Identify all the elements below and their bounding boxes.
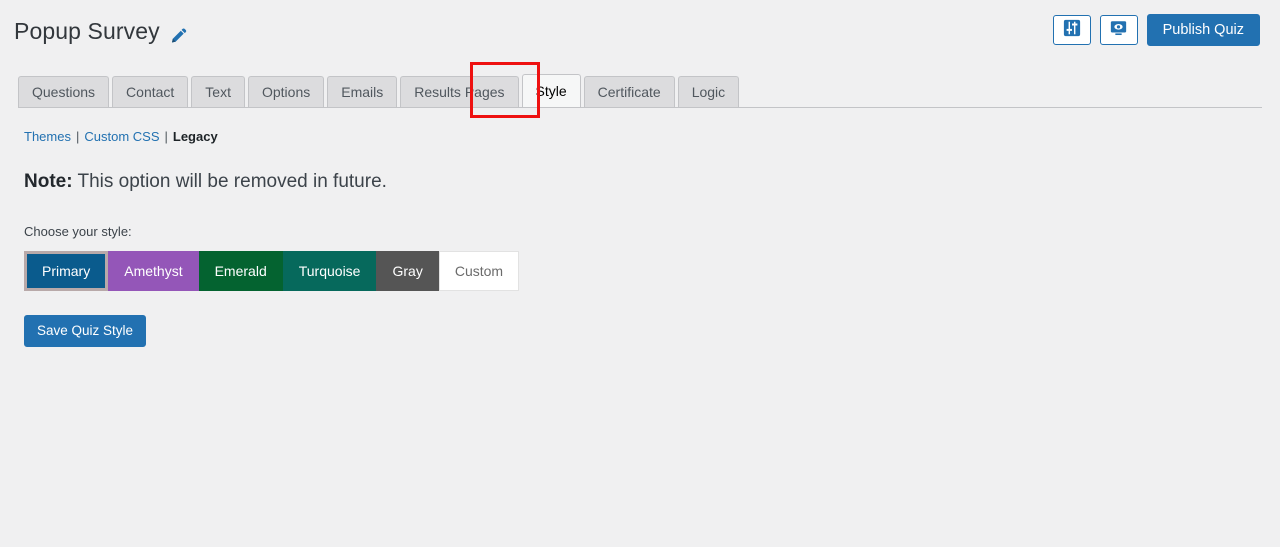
style-option-turquoise[interactable]: Turquoise	[282, 250, 377, 291]
tab-contact[interactable]: Contact	[112, 76, 189, 107]
header-actions: Publish Quiz	[1052, 14, 1260, 46]
page-header: Popup Survey Publish Quiz	[0, 0, 1280, 62]
choose-style-label: Choose your style:	[24, 223, 132, 239]
style-option-custom[interactable]: Custom	[438, 250, 520, 291]
tab-emails[interactable]: Emails	[327, 76, 398, 107]
tab-options[interactable]: Options	[247, 76, 325, 107]
subnav-link-custom-css[interactable]: Custom CSS	[84, 129, 159, 144]
subnav-separator-2: |	[164, 129, 168, 144]
tab-style[interactable]: Style	[521, 74, 581, 107]
note-text: This option will be removed in future.	[72, 171, 387, 192]
subnav-current-legacy: Legacy	[172, 129, 218, 144]
tab-logic[interactable]: Logic	[677, 76, 740, 107]
main-content: Themes | Custom CSS | Legacy Note: This opti…	[0, 108, 1280, 347]
sliders-icon	[1063, 19, 1081, 42]
style-option-emerald[interactable]: Emerald	[198, 250, 283, 291]
tab-questions[interactable]: Questions	[18, 76, 110, 107]
style-option-amethyst[interactable]: Amethyst	[108, 250, 199, 291]
style-subnav: Themes | Custom CSS | Legacy	[24, 130, 1260, 143]
tab-text[interactable]: Text	[191, 76, 245, 107]
subnav-separator-1: |	[75, 129, 80, 144]
note-prefix: Note:	[24, 171, 73, 192]
settings-button[interactable]	[1052, 15, 1091, 45]
save-quiz-style-button[interactable]: Save Quiz Style	[24, 314, 147, 347]
tab-certificate[interactable]: Certificate	[583, 76, 675, 107]
subnav-link-themes[interactable]: Themes	[24, 129, 71, 144]
page-title: Popup Survey	[14, 18, 160, 45]
monitor-eye-icon	[1109, 19, 1128, 42]
tab-results-pages[interactable]: Results Pages	[400, 76, 519, 107]
deprecation-note: Note: This option will be removed in fut…	[24, 171, 1260, 194]
publish-quiz-button[interactable]: Publish Quiz	[1146, 14, 1260, 46]
preview-button[interactable]	[1099, 15, 1138, 45]
style-option-group: Primary Amethyst Emerald Turquoise Gray …	[24, 250, 520, 291]
tab-bar-divider	[18, 107, 1262, 108]
tab-bar: Questions Contact Text Options Emails Re…	[0, 62, 1280, 108]
style-option-primary[interactable]: Primary	[24, 250, 109, 291]
style-option-gray[interactable]: Gray	[376, 250, 439, 291]
tab-list: Questions Contact Text Options Emails Re…	[18, 62, 1280, 107]
pencil-icon[interactable]	[170, 26, 187, 43]
